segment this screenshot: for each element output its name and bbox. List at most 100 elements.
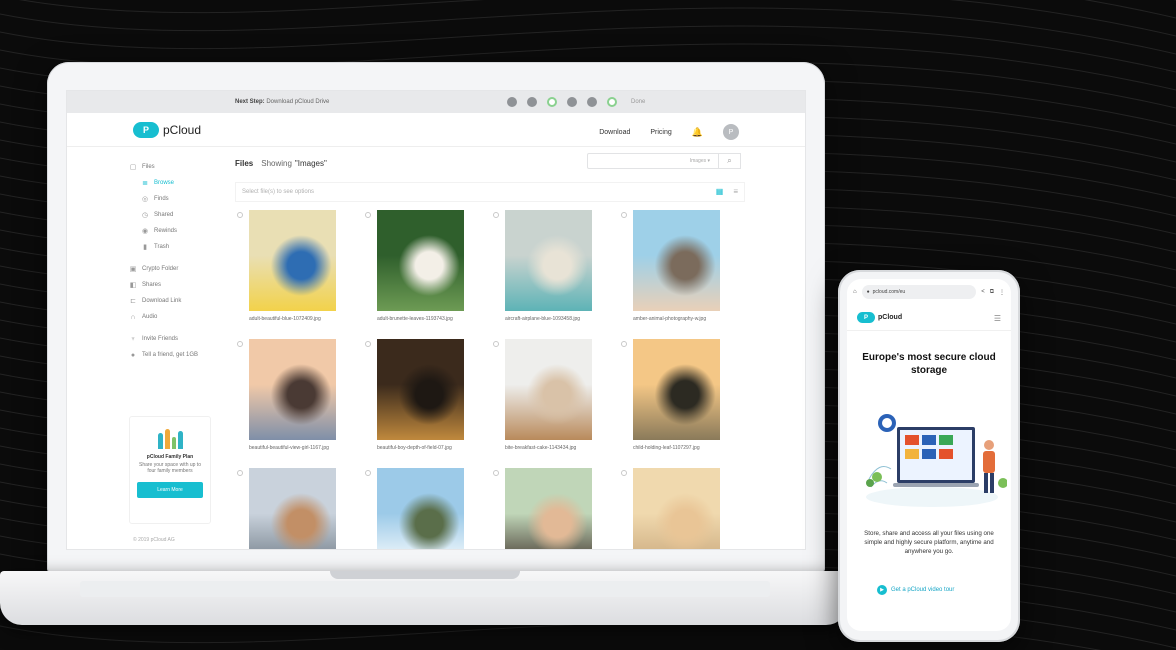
bell-icon[interactable]: 🔔 <box>692 127 703 138</box>
logo-glyph: P <box>142 125 149 135</box>
link-icon: ⊏ <box>130 298 136 305</box>
photo-thumbnail[interactable] <box>505 210 592 311</box>
sidebar-item[interactable]: ◎ Finds <box>129 191 219 207</box>
select-checkbox[interactable] <box>237 341 243 347</box>
sidebar-item[interactable]: ◧ Shares <box>129 277 219 293</box>
photo-thumbnail[interactable] <box>377 468 464 549</box>
search-box: Images ▾ ⌕ <box>587 153 741 169</box>
photo-thumbnail[interactable] <box>505 468 592 549</box>
sidebar-item-label: Trash <box>154 244 170 250</box>
pcloud-logo[interactable]: P pCloud <box>133 122 201 138</box>
play-icon: ▶ <box>877 585 887 595</box>
select-checkbox[interactable] <box>621 470 627 476</box>
sidebar-item[interactable]: ∩ Audio <box>129 309 219 325</box>
photo-filename: amber-animal-photography-w.jpg <box>633 316 707 322</box>
photo-tile[interactable]: architecture-buildings-city-8.jpg <box>235 468 363 549</box>
more-icon[interactable]: ⋮ <box>999 289 1005 296</box>
step-1[interactable] <box>507 97 517 107</box>
grid-view-icon[interactable]: ▦ <box>716 187 724 196</box>
search-input[interactable]: Images ▾ <box>587 153 719 169</box>
select-checkbox[interactable] <box>237 470 243 476</box>
crumb-query: "Images" <box>294 159 327 168</box>
photo-tile[interactable]: adult-friends-group-happy-2.jpg <box>491 468 619 549</box>
download-link[interactable]: Download <box>599 129 630 136</box>
photo-tile[interactable]: beautiful-beautiful-view-girl-1167.jpg <box>235 339 363 459</box>
trophy-icon: ♆ <box>130 335 136 343</box>
learn-more-button[interactable]: Learn More <box>137 482 203 498</box>
select-checkbox[interactable] <box>621 341 627 347</box>
photo-thumbnail[interactable] <box>249 339 336 440</box>
trash-icon: ▮ <box>143 244 147 251</box>
crumb-files[interactable]: Files <box>235 159 253 168</box>
eye-icon: ◉ <box>141 228 149 235</box>
phone-brand: pCloud <box>878 314 903 321</box>
sidebar-item[interactable]: ◷ Shared <box>129 207 219 223</box>
pricing-link[interactable]: Pricing <box>650 129 671 136</box>
promo-desc: Share your space with up to four family … <box>139 462 201 474</box>
hamburger-icon[interactable]: ☰ <box>994 314 1001 323</box>
sidebar-item[interactable]: ▢ Files <box>129 159 219 175</box>
sidebar-item[interactable]: ◉ Rewinds <box>129 223 219 239</box>
sidebar-item[interactable]: ▣ Crypto Folder <box>129 261 219 277</box>
photo-thumbnail[interactable] <box>249 468 336 549</box>
select-checkbox[interactable] <box>493 212 499 218</box>
family-plan-promo: pCloud Family Plan Share your space with… <box>129 416 211 524</box>
sidebar-item[interactable]: ▮ Trash <box>129 239 219 255</box>
select-checkbox[interactable] <box>365 470 371 476</box>
select-checkbox[interactable] <box>237 212 243 218</box>
promo-title: pCloud Family Plan <box>146 454 194 460</box>
sidebar-item[interactable]: ● Tell a friend, get 1GB <box>129 347 219 363</box>
step-5[interactable] <box>587 97 597 107</box>
photo-thumbnail[interactable] <box>377 210 464 311</box>
sidebar-item[interactable]: ≣ Browse <box>129 175 219 191</box>
video-tour-link[interactable]: ▶ Get a pCloud video tour <box>877 585 954 595</box>
share-icon[interactable]: < <box>981 289 985 295</box>
view-toggles: ▦ ≡ <box>716 187 738 196</box>
step-4[interactable] <box>567 97 577 107</box>
photo-filename: adult-brunette-leaves-1193743.jpg <box>377 316 453 322</box>
step-3[interactable] <box>547 97 557 107</box>
search-icon[interactable]: ⌕ <box>719 153 741 169</box>
family-icon <box>130 427 210 449</box>
select-checkbox[interactable] <box>621 212 627 218</box>
photo-thumbnail[interactable] <box>505 339 592 440</box>
sort-icon[interactable]: ≡ <box>733 187 738 196</box>
photo-tile[interactable]: amber-animal-photography-w.jpg <box>619 210 747 330</box>
photo-tile[interactable]: adult-beautiful-blue-1072409.jpg <box>235 210 363 330</box>
search-filter[interactable]: Images ▾ <box>690 158 710 164</box>
photo-thumbnail[interactable] <box>249 210 336 311</box>
step-2[interactable] <box>527 97 537 107</box>
next-step-text[interactable]: Next Step: Download pCloud Drive <box>235 99 329 105</box>
photo-thumbnail[interactable] <box>633 339 720 440</box>
tabs-icon[interactable]: ⧉ <box>990 289 994 296</box>
photo-tile[interactable]: child-holding-leaf-1107297.jpg <box>619 339 747 459</box>
photo-tile[interactable]: aircraft-airplane-blue-1093458.jpg <box>491 210 619 330</box>
select-checkbox[interactable] <box>493 341 499 347</box>
photo-tile[interactable]: bite-breakfast-cake-1143434.jpg <box>491 339 619 459</box>
sidebar-item[interactable]: ♆ Invite Friends <box>129 331 219 347</box>
clock-icon: ◷ <box>141 212 149 219</box>
url-field[interactable]: ● pcloud.com/eu <box>861 285 977 299</box>
photo-tile[interactable]: beautiful-boy-depth-of-field-07.jpg <box>363 339 491 459</box>
select-checkbox[interactable] <box>365 341 371 347</box>
sidebar-item[interactable]: ⊏ Download Link <box>129 293 219 309</box>
hero-description: Store, share and access all your files u… <box>864 530 994 555</box>
photo-tile[interactable]: aircraft-airplane-sky-2.jpg <box>619 468 747 549</box>
photo-tile[interactable]: clouds-daylight-desert-1.jpg <box>363 468 491 549</box>
photo-thumbnail[interactable] <box>633 210 720 311</box>
keyboard-strip <box>80 581 770 597</box>
logo-glyph: P <box>863 314 868 321</box>
photo-thumbnail[interactable] <box>633 468 720 549</box>
sidebar-item-label: Browse <box>154 180 175 186</box>
url-text: pcloud.com/eu <box>872 289 906 295</box>
select-checkbox[interactable] <box>493 470 499 476</box>
home-icon[interactable]: ⌂ <box>853 289 857 295</box>
avatar[interactable]: P <box>723 124 739 140</box>
photo-tile[interactable]: adult-brunette-leaves-1193743.jpg <box>363 210 491 330</box>
sidebar-item-label: Rewinds <box>154 228 178 234</box>
target-icon: ◎ <box>141 196 149 203</box>
photo-thumbnail[interactable] <box>377 339 464 440</box>
select-checkbox[interactable] <box>365 212 371 218</box>
cloud-icon[interactable]: P <box>857 312 875 323</box>
step-6[interactable] <box>607 97 617 107</box>
